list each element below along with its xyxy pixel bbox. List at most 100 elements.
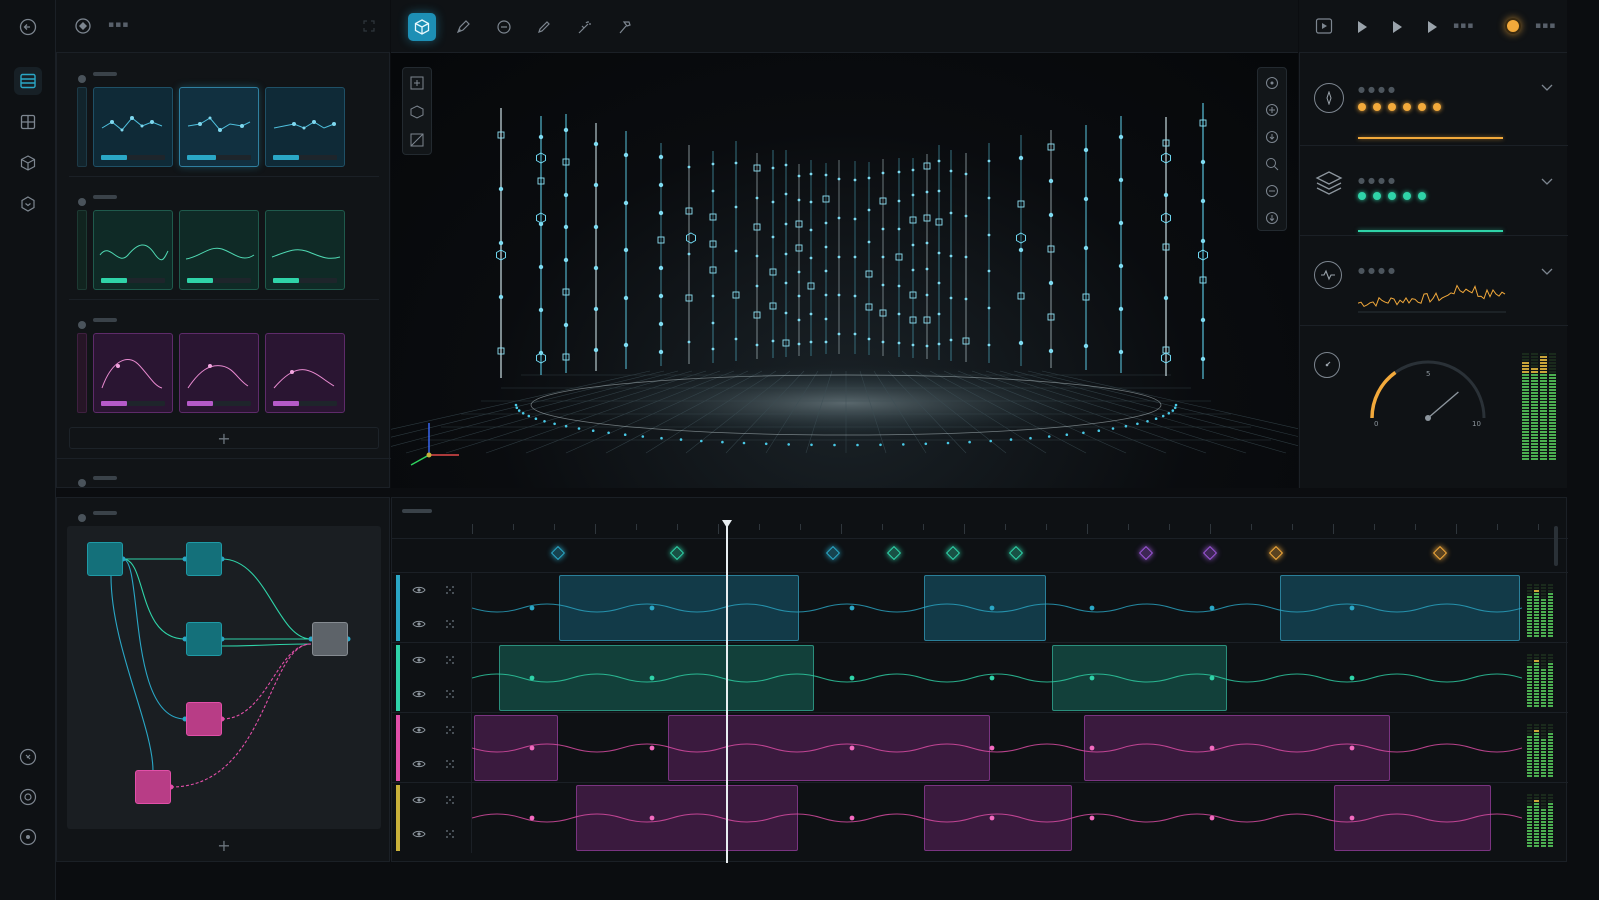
drag-handle-icon[interactable] bbox=[444, 584, 456, 596]
preset-thumb[interactable] bbox=[179, 210, 259, 290]
asset-library-icon[interactable] bbox=[74, 17, 92, 35]
visibility-eye-icon[interactable] bbox=[412, 585, 426, 595]
download-view-icon[interactable] bbox=[1265, 210, 1279, 229]
box-view-icon[interactable] bbox=[410, 104, 424, 123]
keyframe-marker[interactable] bbox=[550, 545, 566, 561]
3d-viewport[interactable] bbox=[391, 53, 1298, 488]
keyframe-marker[interactable] bbox=[886, 545, 902, 561]
settings-icon[interactable] bbox=[14, 783, 42, 811]
node-output[interactable] bbox=[312, 622, 348, 656]
drag-handle-icon[interactable] bbox=[444, 724, 456, 736]
time-ruler[interactable] bbox=[472, 522, 1539, 542]
gauge-mid-label: 5 bbox=[1426, 370, 1430, 378]
track-color-strip bbox=[396, 785, 400, 851]
app-window: ▪▪▪ + ▪▪▪ ▪▪▪ ●●●● ●●●● ●●●● 0 5 10 + bbox=[0, 0, 1599, 900]
fast-play-icon[interactable] bbox=[1425, 19, 1439, 38]
drag-handle-icon[interactable] bbox=[444, 654, 456, 666]
cube-tool-button[interactable] bbox=[408, 13, 436, 41]
keyframe-marker[interactable] bbox=[1008, 545, 1024, 561]
play-icon[interactable] bbox=[1355, 19, 1369, 38]
add-preset-button[interactable]: + bbox=[69, 427, 379, 449]
level-dot bbox=[1403, 192, 1411, 200]
zoom-in-icon[interactable] bbox=[1265, 102, 1279, 121]
add-node-button[interactable]: + bbox=[207, 836, 241, 856]
preset-thumb[interactable] bbox=[179, 333, 259, 413]
wire-view-icon[interactable] bbox=[410, 132, 424, 151]
search-icon[interactable] bbox=[14, 743, 42, 771]
automation-curve bbox=[472, 673, 1522, 683]
playhead[interactable] bbox=[726, 520, 728, 863]
level-line bbox=[1358, 230, 1503, 232]
reset-view-icon[interactable] bbox=[1265, 183, 1279, 202]
zoom-fit-icon[interactable] bbox=[1265, 129, 1279, 148]
preset-thumb[interactable] bbox=[93, 210, 173, 290]
meter-bar bbox=[1541, 581, 1546, 637]
visibility-eye-icon[interactable] bbox=[412, 655, 426, 665]
preset-thumb[interactable] bbox=[265, 333, 345, 413]
automation-curve bbox=[472, 743, 1522, 753]
info-icon bbox=[77, 508, 87, 527]
record-indicator[interactable] bbox=[1505, 18, 1521, 34]
drag-handle-icon[interactable] bbox=[444, 618, 456, 630]
back-arrow-icon[interactable] bbox=[14, 13, 42, 41]
preset-thumb[interactable] bbox=[265, 210, 345, 290]
node-source[interactable] bbox=[87, 542, 123, 576]
visibility-eye-icon[interactable] bbox=[412, 795, 426, 805]
timeline-scrollbar[interactable] bbox=[1554, 526, 1558, 566]
rotate-icon[interactable] bbox=[490, 13, 518, 41]
shield-icon[interactable] bbox=[14, 190, 42, 218]
preset-thumb[interactable] bbox=[265, 87, 345, 167]
preset-thumb[interactable] bbox=[93, 333, 173, 413]
visibility-eye-icon[interactable] bbox=[412, 829, 426, 839]
keyframe-marker[interactable] bbox=[1432, 545, 1448, 561]
magnify-icon[interactable] bbox=[1265, 156, 1279, 175]
node-modifier[interactable] bbox=[135, 770, 171, 804]
keyframe-marker[interactable] bbox=[669, 545, 685, 561]
waveform-icon[interactable] bbox=[1314, 261, 1342, 289]
drag-handle-icon[interactable] bbox=[444, 688, 456, 700]
dial-icon[interactable] bbox=[1314, 352, 1340, 378]
level-dot bbox=[1433, 103, 1441, 111]
visibility-eye-icon[interactable] bbox=[412, 689, 426, 699]
drag-handle-icon[interactable] bbox=[444, 794, 456, 806]
chevron-down-icon[interactable] bbox=[1541, 171, 1553, 190]
keyframe-marker[interactable] bbox=[1138, 545, 1154, 561]
grid-icon[interactable] bbox=[14, 108, 42, 136]
preview-play-icon[interactable] bbox=[1315, 17, 1333, 35]
expand-icon[interactable] bbox=[362, 18, 376, 37]
frame-icon[interactable] bbox=[410, 75, 424, 94]
step-play-icon[interactable] bbox=[1390, 19, 1404, 38]
visibility-eye-icon[interactable] bbox=[412, 725, 426, 735]
node-modifier[interactable] bbox=[186, 702, 222, 736]
layers-list-icon[interactable] bbox=[14, 67, 42, 95]
cube-icon[interactable] bbox=[14, 149, 42, 177]
node-graph-canvas[interactable] bbox=[67, 526, 381, 829]
help-icon[interactable] bbox=[14, 823, 42, 851]
gauge[interactable]: 0 5 10 bbox=[1360, 348, 1496, 438]
stack-icon[interactable] bbox=[1314, 168, 1344, 202]
meter-bar bbox=[1534, 721, 1539, 777]
playhead-handle[interactable] bbox=[722, 520, 732, 528]
preset-thumb-selected[interactable] bbox=[179, 87, 259, 167]
chevron-down-icon[interactable] bbox=[1541, 261, 1553, 280]
preset-thumb[interactable] bbox=[93, 87, 173, 167]
node-process[interactable] bbox=[186, 542, 222, 576]
keyframe-marker[interactable] bbox=[1202, 545, 1218, 561]
keyframe-marker[interactable] bbox=[1268, 545, 1284, 561]
keyframe-marker[interactable] bbox=[945, 545, 961, 561]
keyframe-marker[interactable] bbox=[825, 545, 841, 561]
visibility-eye-icon[interactable] bbox=[412, 619, 426, 629]
level-dots bbox=[1358, 103, 1441, 111]
drag-handle-icon[interactable] bbox=[444, 828, 456, 840]
hammer-icon[interactable] bbox=[611, 13, 639, 41]
meter-bar bbox=[1541, 791, 1546, 847]
drag-handle-icon[interactable] bbox=[444, 758, 456, 770]
pen-tool-icon[interactable] bbox=[449, 13, 477, 41]
visibility-eye-icon[interactable] bbox=[412, 759, 426, 769]
brush-icon[interactable] bbox=[530, 13, 558, 41]
orbit-icon[interactable] bbox=[1265, 75, 1279, 94]
chevron-down-icon[interactable] bbox=[1541, 77, 1553, 96]
magic-wand-icon[interactable] bbox=[571, 13, 599, 41]
node-process[interactable] bbox=[186, 622, 222, 656]
compass-icon[interactable] bbox=[1314, 83, 1344, 113]
